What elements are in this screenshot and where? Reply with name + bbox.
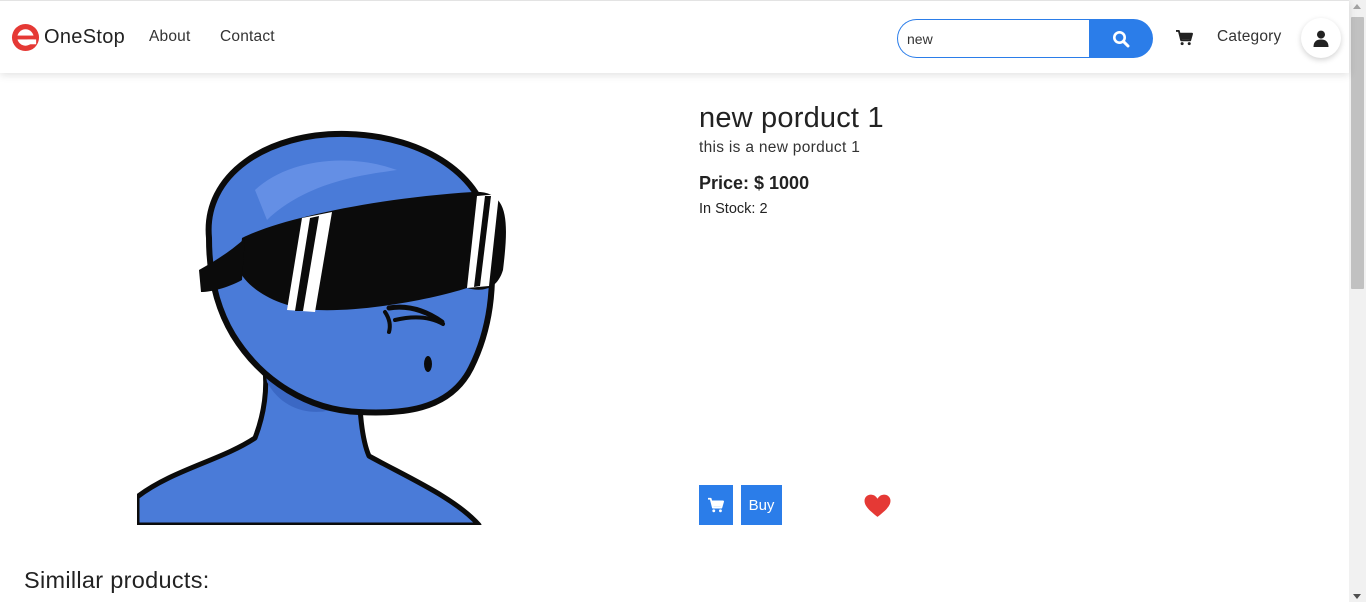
user-icon [1313, 30, 1329, 47]
cart-icon[interactable] [1175, 29, 1194, 46]
scroll-down-arrow-icon[interactable] [1353, 594, 1361, 599]
user-account-button[interactable] [1301, 18, 1341, 58]
product-description: this is a new porduct 1 [699, 139, 861, 156]
search-icon [1113, 30, 1130, 47]
brand-name: OneStop [44, 26, 126, 48]
product-image [137, 120, 512, 525]
navbar: OneStop About Contact Category [0, 0, 1349, 73]
product-price: Price: $ 1000 [699, 173, 810, 193]
nav-about-link[interactable]: About [149, 28, 191, 46]
similar-products-heading: Simillar products: [24, 567, 210, 593]
onestop-logo-icon [11, 23, 40, 52]
heart-icon[interactable] [864, 494, 891, 518]
product-stock: In Stock: 2 [699, 201, 768, 217]
product-title: new porduct 1 [699, 102, 884, 134]
search-button[interactable] [1089, 19, 1153, 58]
buy-button[interactable]: Buy [741, 485, 782, 525]
scroll-up-arrow-icon[interactable] [1353, 4, 1361, 9]
scrollbar[interactable] [1349, 0, 1366, 602]
search-input[interactable] [897, 19, 1091, 58]
cart-icon [708, 497, 724, 513]
add-to-cart-button[interactable] [699, 485, 733, 525]
nav-category-link[interactable]: Category [1217, 28, 1282, 46]
scroll-thumb[interactable] [1351, 17, 1364, 289]
nav-contact-link[interactable]: Contact [220, 28, 275, 46]
brand-link[interactable]: OneStop [11, 23, 125, 52]
